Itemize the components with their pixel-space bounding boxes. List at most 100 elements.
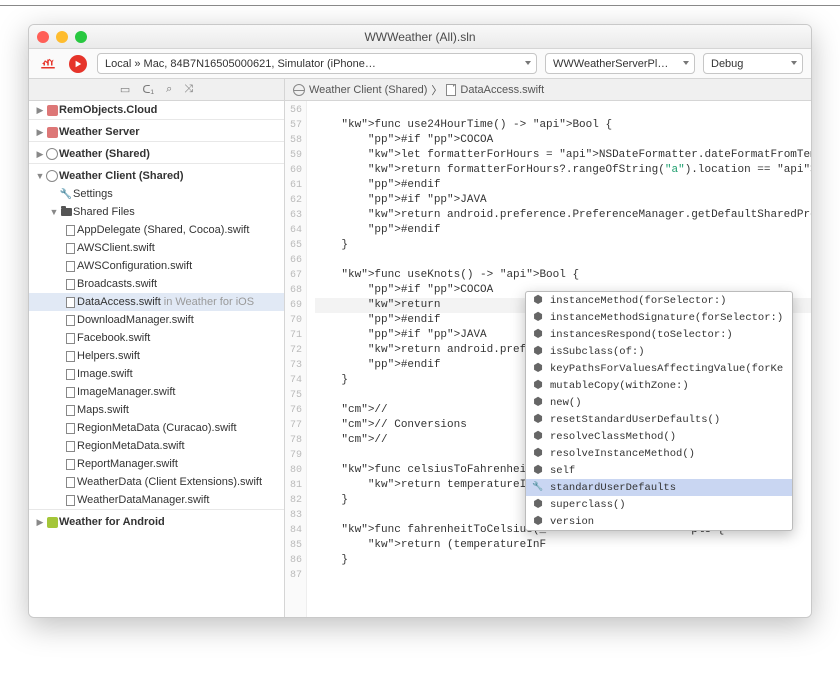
minimize-icon[interactable] [56,31,68,43]
file-item[interactable]: WeatherData (Client Extensions).swift [29,473,284,491]
sidebar-label: Settings [73,188,113,200]
doc-icon [66,495,75,506]
method-icon: ⬢ [532,312,544,324]
file-item[interactable]: Broadcasts.swift [29,275,284,293]
view-random-icon[interactable]: ⤨ [184,83,193,96]
build-button[interactable] [37,53,59,75]
file-item[interactable]: DownloadManager.swift [29,311,284,329]
config-select[interactable]: Debug [703,53,803,74]
doc-icon [66,477,75,488]
doc-icon [66,387,75,398]
file-item[interactable]: Image.swift [29,365,284,383]
tabbar: ▭ ᑕ₁ ⌕ ⤨ Weather Client (Shared) 〉 DataA… [29,79,811,101]
file-item[interactable]: AWSConfiguration.swift [29,257,284,275]
autocomplete-label: new() [550,397,582,409]
run-button[interactable] [67,53,89,75]
autocomplete-item[interactable]: ⬢keyPathsForValuesAffectingValue(forKe [526,360,792,377]
autocomplete-item[interactable]: ⬢mutableCopy(withZone:) [526,377,792,394]
sidebar-label: RemObjects.Cloud [59,104,157,116]
project-icon [47,127,58,138]
method-icon: ⬢ [532,499,544,511]
method-icon: ⬢ [532,363,544,375]
zoom-icon[interactable] [75,31,87,43]
autocomplete-item[interactable]: ⬢ isSubclass(of:) [526,343,792,360]
autocomplete-item[interactable]: ⬢resolveClassMethod() [526,428,792,445]
chevron-right-icon: 〉 [431,82,442,98]
file-item[interactable]: AppDelegate (Shared, Cocoa).swift [29,221,284,239]
code-editor[interactable]: 56 57 58 59 60 61 62 63 64 65 66 67 68 6… [285,101,811,617]
breadcrumb-project[interactable]: Weather Client (Shared) [309,84,427,96]
autocomplete-item[interactable]: ⬢instanceMethod(forSelector:) [526,292,792,309]
file-label: Facebook.swift [77,332,150,344]
view-search-icon[interactable]: ⌕ [166,83,172,96]
sidebar-item-android[interactable]: ▶ Weather for Android [29,513,284,531]
autocomplete-item-selected[interactable]: 🔧standardUserDefaults [526,479,792,496]
view-classes-icon[interactable]: ᑕ₁ [142,83,154,96]
sidebar-item-server[interactable]: ▶ Weather Server [29,123,284,141]
autocomplete-label: instanceMethod(forSelector:) [550,295,726,307]
file-label: WeatherData (Client Extensions).swift [77,476,262,488]
view-layout-icon[interactable]: ▭ [120,83,130,96]
doc-icon [66,459,75,470]
sidebar-label: Weather Client (Shared) [59,170,184,182]
autocomplete-item[interactable]: ⬢instanceMethodSignature(forSelector:) [526,309,792,326]
doc-icon [66,405,75,416]
doc-icon [66,225,75,236]
autocomplete-popup[interactable]: ⬢instanceMethod(forSelector:) ⬢instanceM… [525,291,793,531]
sidebar-view-switcher: ▭ ᑕ₁ ⌕ ⤨ [29,79,285,100]
file-label: AWSConfiguration.swift [77,260,192,272]
sidebar-item-shared[interactable]: ▶ Weather (Shared) [29,145,284,163]
file-item[interactable]: Maps.swift [29,401,284,419]
autocomplete-item[interactable]: ⬢resetStandardUserDefaults() [526,411,792,428]
method-icon: ⬢ [532,448,544,460]
titlebar: WWWeather (All).sln [29,25,811,49]
file-item[interactable]: AWSClient.swift [29,239,284,257]
autocomplete-item[interactable]: ⬢superclass() [526,496,792,513]
close-icon[interactable] [37,31,49,43]
doc-icon [66,297,75,308]
autocomplete-item[interactable]: ⬢self [526,462,792,479]
file-label: ReportManager.swift [77,458,178,470]
file-item[interactable]: Facebook.swift [29,329,284,347]
ide-window: WWWeather (All).sln Local » Mac, 84B7N16… [28,24,812,618]
window-controls [37,31,87,43]
autocomplete-label: self [550,465,575,477]
file-item[interactable]: ImageManager.swift [29,383,284,401]
file-label: RegionMetaData (Curacao).swift [77,422,237,434]
autocomplete-label: mutableCopy(withZone:) [550,380,689,392]
file-label: RegionMetaData.swift [77,440,185,452]
autocomplete-item[interactable]: ⬢version [526,513,792,530]
config-select-label: Debug [711,58,743,70]
file-item-selected[interactable]: DataAccess.swiftin Weather for iOS [29,293,284,311]
autocomplete-item[interactable]: ⬢ resolveInstanceMethod() [526,445,792,462]
sidebar-item-cloud[interactable]: ▶ RemObjects.Cloud [29,101,284,119]
doc-icon [66,315,75,326]
file-item[interactable]: RegionMetaData.swift [29,437,284,455]
file-item[interactable]: WeatherDataManager.swift [29,491,284,509]
method-icon: ⬢ [532,431,544,443]
target-select[interactable]: Local » Mac, 84B7N16505000621, Simulator… [97,53,537,74]
main-body: ▶ RemObjects.Cloud ▶ Weather Server ▶ We… [29,101,811,617]
play-icon [69,55,87,73]
file-item[interactable]: Helpers.swift [29,347,284,365]
autocomplete-label: resetStandardUserDefaults() [550,414,720,426]
file-item[interactable]: RegionMetaData (Curacao).swift [29,419,284,437]
project-select[interactable]: WWWeatherServerPl… [545,53,695,74]
autocomplete-label: isSubclass(of:) [550,346,645,358]
autocomplete-label: resolveInstanceMethod() [550,448,695,460]
sidebar-item-settings[interactable]: 🔧 Settings [29,185,284,203]
folder-icon [61,208,72,216]
autocomplete-item[interactable]: ⬢instancesRespond(toSelector:) [526,326,792,343]
sidebar-label: Weather for Android [59,516,165,528]
sidebar-item-sharedfiles[interactable]: ▼ Shared Files [29,203,284,221]
autocomplete-item[interactable]: ⬢new() [526,394,792,411]
breadcrumb-file[interactable]: DataAccess.swift [460,84,544,96]
doc-icon [66,243,75,254]
file-item[interactable]: ReportManager.swift [29,455,284,473]
file-label: DownloadManager.swift [77,314,194,326]
target-select-label: Local » Mac, 84B7N16505000621, Simulator… [105,58,376,70]
fire-icon [39,52,57,75]
method-icon: ⬢ [532,346,544,358]
project-sidebar[interactable]: ▶ RemObjects.Cloud ▶ Weather Server ▶ We… [29,101,285,617]
sidebar-item-client[interactable]: ▼ Weather Client (Shared) [29,167,284,185]
